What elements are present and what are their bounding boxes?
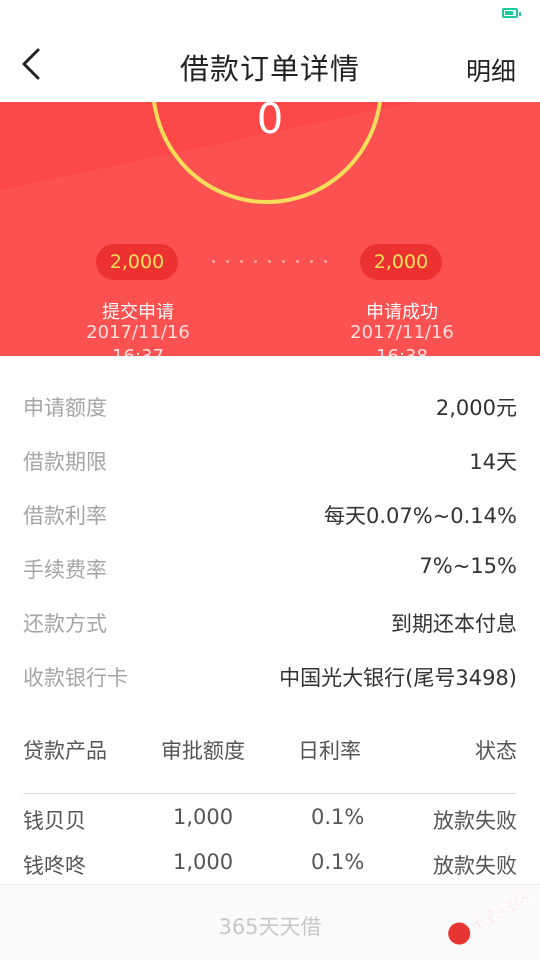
info-row-fee: 手续费率 7%~15% xyxy=(0,548,540,588)
info-value: 14天 xyxy=(469,450,517,474)
info-row-interest: 借款利率 每天0.07%~0.14% xyxy=(0,494,540,534)
info-value: 2,000元 xyxy=(435,396,517,420)
step-amount-success: 2,000 xyxy=(360,244,442,280)
table-header-status: 状态 xyxy=(475,739,517,763)
table-cell-product: 钱贝贝 xyxy=(23,809,86,833)
page-title: 借款订单详情 xyxy=(179,52,360,86)
table-header-product: 贷款产品 xyxy=(23,739,107,763)
info-key: 手续费率 xyxy=(23,558,107,582)
table-cell-status: 放款失败 xyxy=(433,809,517,833)
step-time-submit: 16:37 xyxy=(58,346,218,356)
battery-icon xyxy=(502,8,521,18)
info-row-amount: 申请额度 2,000元 xyxy=(0,386,540,426)
info-key: 申请额度 xyxy=(23,396,107,420)
step-time-success: 16:38 xyxy=(322,346,482,356)
step-label-success: 申请成功 xyxy=(366,302,438,323)
step-date-submit: 2017/11/16 xyxy=(86,322,190,343)
info-key: 借款利率 xyxy=(23,504,107,528)
info-key: 收款银行卡 xyxy=(23,666,128,690)
info-value: 到期还本付息 xyxy=(391,612,517,636)
progress-dots xyxy=(212,260,332,264)
info-key: 借款期限 xyxy=(23,450,107,474)
navigation-bar: 借款订单详情 明细 xyxy=(0,28,540,102)
step-amount-submit: 2,000 xyxy=(96,244,178,280)
order-progress-panel: 0 2,000 2,000 提交申请 2017/11/16 16:37 申请成功… xyxy=(0,102,540,356)
table-header-amount: 审批额度 xyxy=(161,739,245,763)
ring-value: 0 xyxy=(256,102,284,143)
step-label-submit: 提交申请 xyxy=(102,302,174,323)
table-cell-rate: 0.1% xyxy=(311,805,365,829)
table-cell-amount: 1,000 xyxy=(173,805,234,829)
info-value: 中国光大银行(尾号3498) xyxy=(279,666,517,690)
info-value: 每天0.07%~0.14% xyxy=(323,504,517,528)
info-row-term: 借款期限 14天 xyxy=(0,440,540,480)
detail-button[interactable]: 明细 xyxy=(466,52,516,88)
status-bar xyxy=(0,0,540,28)
step-date-success: 2017/11/16 xyxy=(350,322,454,343)
info-row-bank-card: 收款银行卡 中国光大银行(尾号3498) xyxy=(0,656,540,696)
info-value: 7%~15% xyxy=(419,554,517,578)
table-header-rate: 日利率 xyxy=(298,739,361,763)
table-divider xyxy=(23,793,517,794)
info-row-repayment: 还款方式 到期还本付息 xyxy=(0,602,540,642)
table-cell-amount: 1,000 xyxy=(173,850,234,874)
info-key: 还款方式 xyxy=(23,612,107,636)
table-cell-rate: 0.1% xyxy=(311,850,365,874)
table-cell-product: 钱咚咚 xyxy=(23,854,86,878)
